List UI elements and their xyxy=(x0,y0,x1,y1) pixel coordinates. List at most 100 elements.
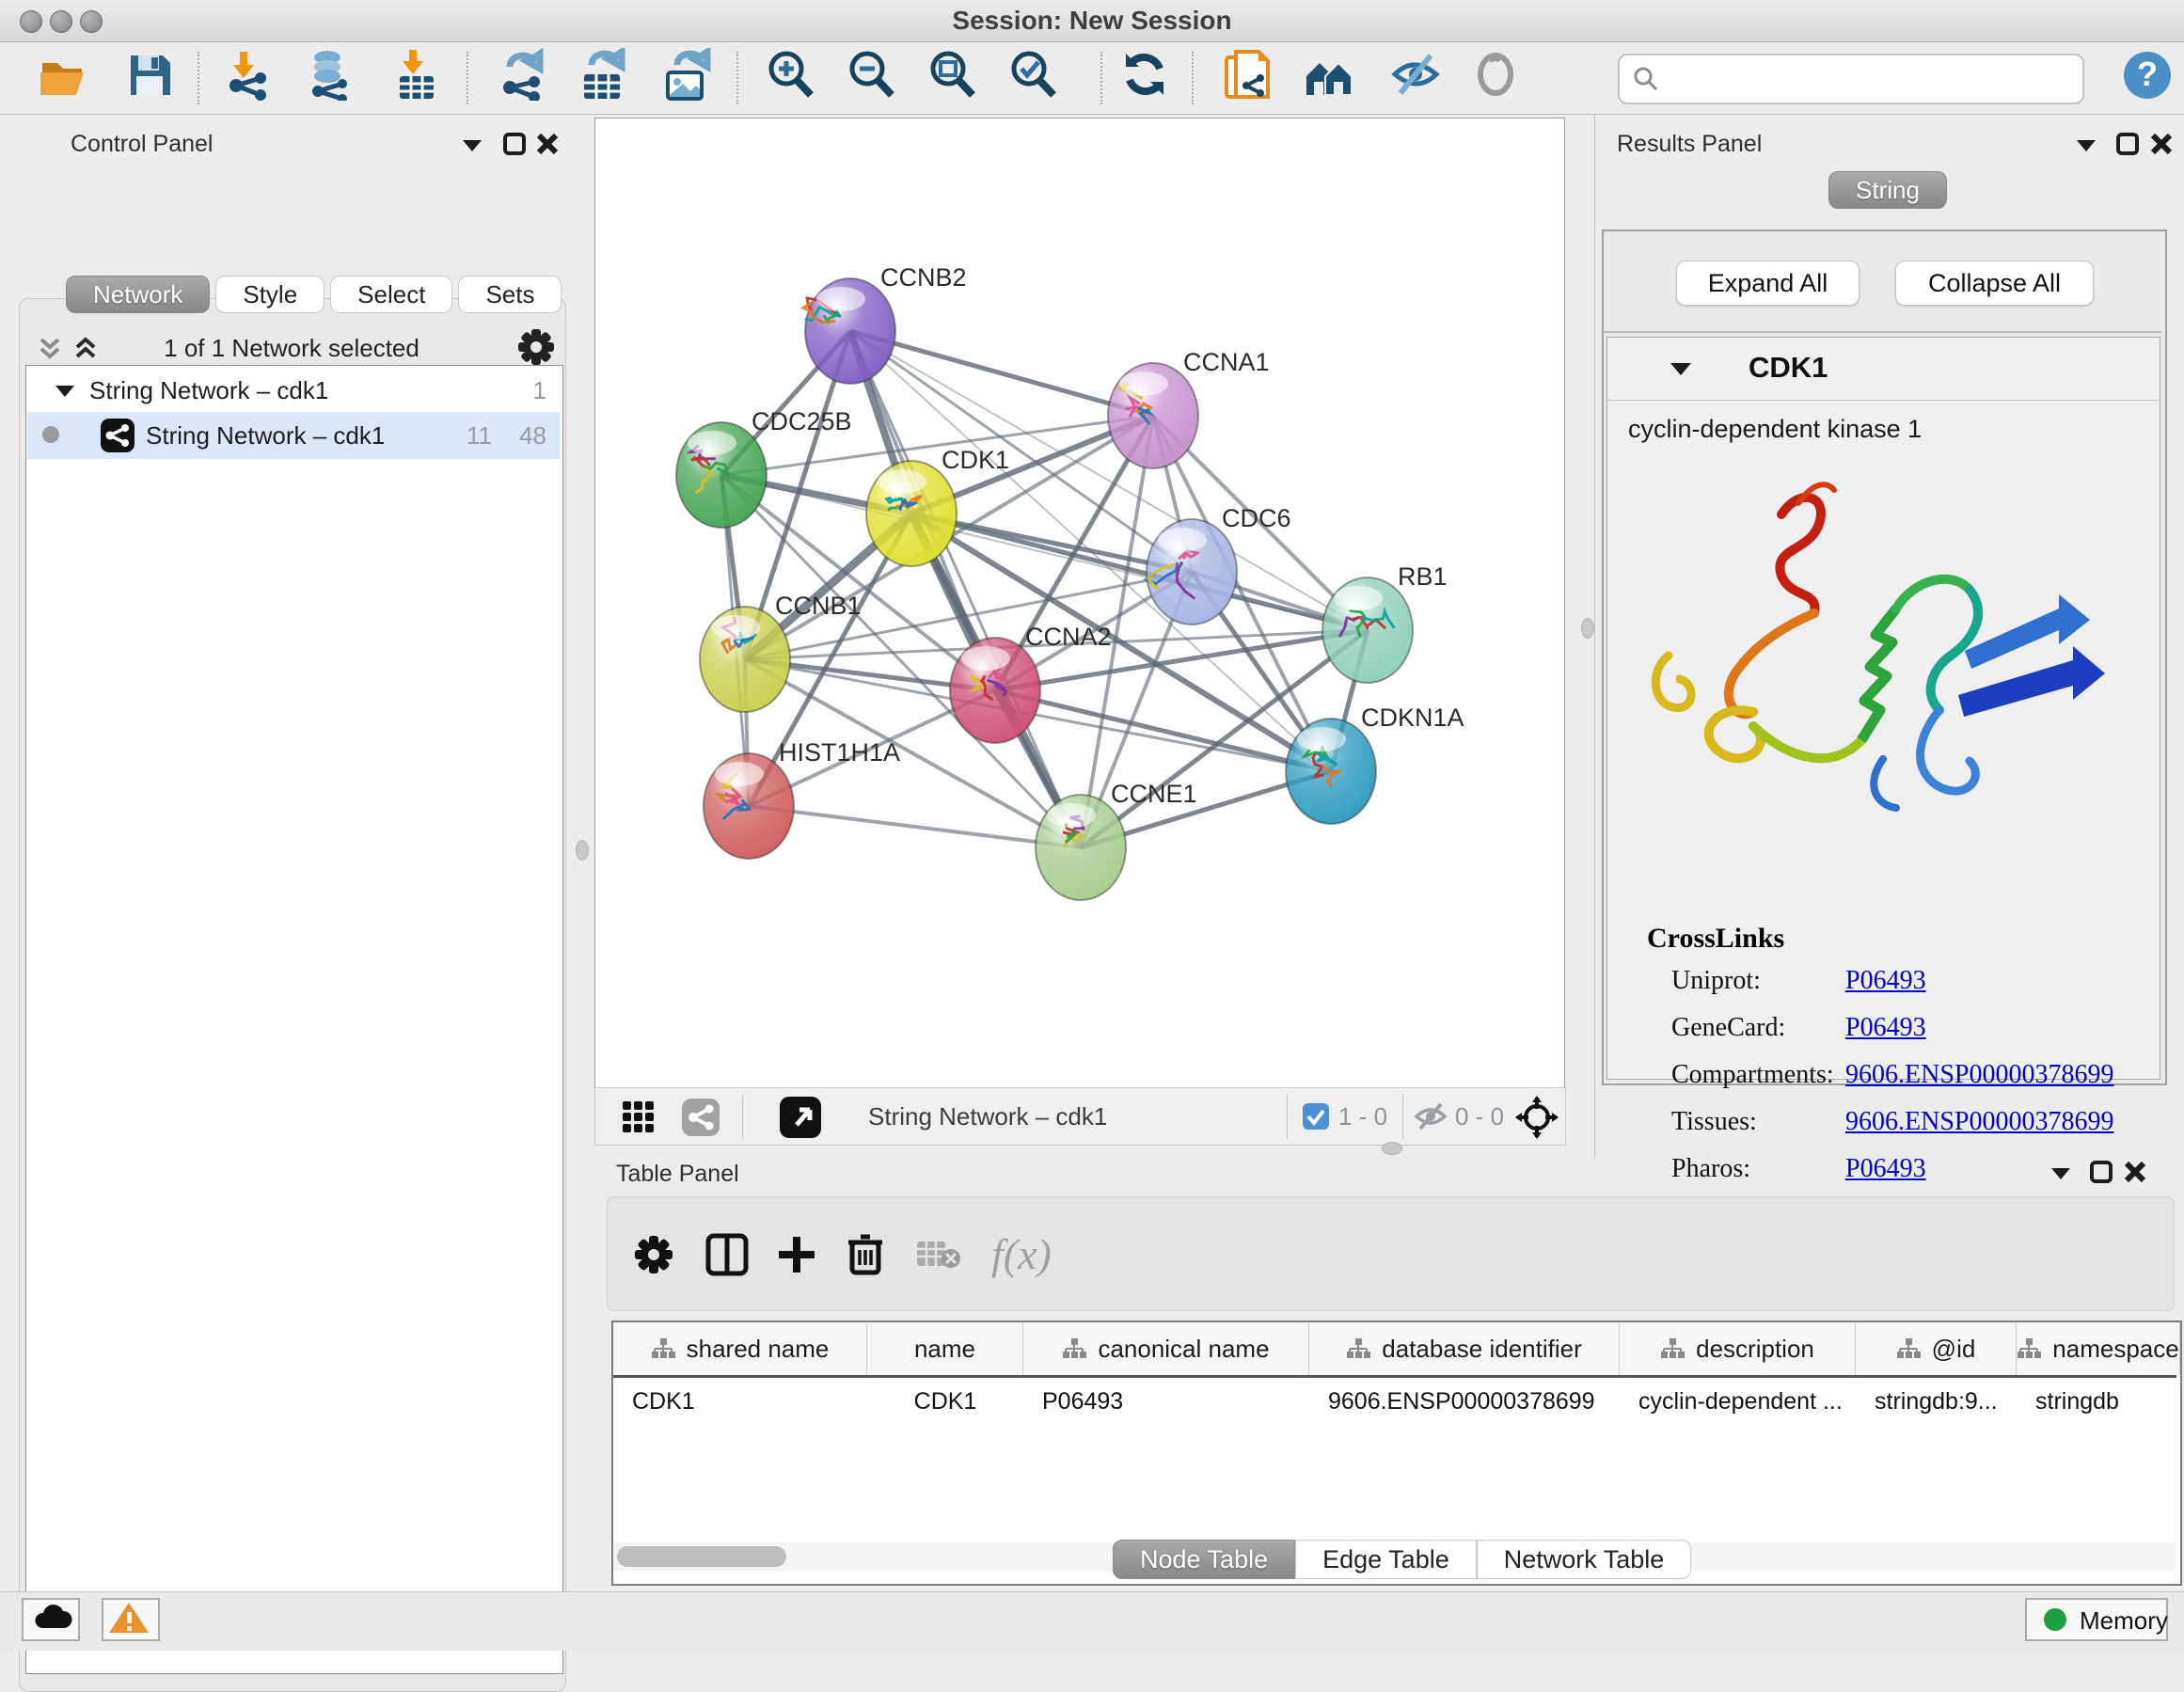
network-collection-row[interactable]: String Network – cdk1 1 xyxy=(27,369,560,412)
import-table-icon[interactable] xyxy=(390,48,443,101)
graph-node-CDKN1A[interactable]: CDKN1A xyxy=(1286,704,1464,824)
panel-maximize-icon[interactable] xyxy=(2114,131,2141,162)
hidden-eye-slash-icon[interactable] xyxy=(1414,1101,1448,1131)
zoom-in-icon[interactable] xyxy=(764,48,816,101)
eye-icon[interactable] xyxy=(1469,48,1522,101)
crosslink-link[interactable]: 9606.ENSP00000378699 xyxy=(1845,1060,2113,1090)
table-cell[interactable]: stringdb xyxy=(2017,1379,2180,1424)
table-cell[interactable]: P06493 xyxy=(1023,1379,1309,1424)
warnings-button[interactable] xyxy=(102,1598,160,1641)
tab-sets[interactable]: Sets xyxy=(458,276,562,313)
export-image-icon[interactable] xyxy=(660,48,713,101)
control-panel: Control Panel NetworkStyleSelectSets 1 o… xyxy=(0,114,593,1591)
tab-node-table[interactable]: Node Table xyxy=(1113,1540,1295,1579)
export-table-icon[interactable] xyxy=(577,48,629,101)
panel-close-icon[interactable] xyxy=(534,131,561,162)
column-header--id[interactable]: @id xyxy=(1856,1322,2017,1375)
import-network-from-database-icon[interactable] xyxy=(303,48,356,101)
panel-float-icon[interactable] xyxy=(459,134,485,160)
tab-style[interactable]: Style xyxy=(215,276,324,313)
crosslink-link[interactable]: P06493 xyxy=(1845,1013,1926,1043)
table-settings-gear-icon[interactable] xyxy=(634,1235,673,1274)
memory-button[interactable]: Memory xyxy=(2025,1598,2168,1641)
graph-node-RB1[interactable]: RB1 xyxy=(1322,562,1448,683)
collection-expand-icon[interactable] xyxy=(54,382,76,401)
collection-label: String Network – cdk1 xyxy=(89,376,328,405)
tree-column-icon xyxy=(1346,1337,1370,1360)
cloud-button[interactable] xyxy=(22,1598,80,1641)
help-icon[interactable]: ? xyxy=(2121,50,2174,103)
tab-string[interactable]: String xyxy=(1828,171,1947,209)
add-column-icon[interactable] xyxy=(775,1233,818,1276)
column-header-canonical-name[interactable]: canonical name xyxy=(1023,1322,1309,1375)
table-hscrollbar-thumb[interactable] xyxy=(617,1546,786,1567)
search-input[interactable] xyxy=(1618,54,2084,104)
delete-table-icon[interactable] xyxy=(916,1239,961,1271)
zoom-fit-icon[interactable] xyxy=(926,48,978,101)
network-row-selected[interactable]: String Network – cdk1 11 48 xyxy=(27,412,560,459)
tab-network[interactable]: Network xyxy=(66,276,210,313)
graph-edge-HIST1H1A-CCNE1[interactable] xyxy=(749,806,1081,847)
memory-status-dot xyxy=(2044,1608,2066,1631)
open-session-icon[interactable] xyxy=(37,48,89,101)
tab-select[interactable]: Select xyxy=(330,276,452,313)
table-cell[interactable]: 9606.ENSP00000378699 xyxy=(1309,1379,1620,1424)
delete-column-icon[interactable] xyxy=(845,1231,886,1276)
graph-edge-CCNB2-CCNE1[interactable] xyxy=(850,331,1081,847)
bottom-splitter-handle[interactable] xyxy=(1382,1142,1402,1155)
panel-close-icon[interactable] xyxy=(2148,131,2175,162)
crosslink-link[interactable]: P06493 xyxy=(1845,966,1926,996)
home-view-icon[interactable] xyxy=(1303,48,1355,101)
crosslink-link[interactable]: 9606.ENSP00000378699 xyxy=(1845,1107,2113,1137)
collapse-all-button[interactable]: Collapse All xyxy=(1895,261,2094,306)
network-edge-count: 48 xyxy=(519,421,546,451)
column-header-name[interactable]: name xyxy=(867,1322,1023,1375)
tab-network-table[interactable]: Network Table xyxy=(1477,1540,1692,1579)
graph-node-CDK1[interactable]: CDK1 xyxy=(866,446,1009,566)
detach-view-icon[interactable] xyxy=(780,1097,821,1138)
save-session-icon[interactable] xyxy=(123,48,176,101)
left-splitter-handle[interactable] xyxy=(576,840,589,861)
protein-name: CDK1 xyxy=(1749,351,1828,385)
refresh-icon[interactable] xyxy=(1118,48,1171,101)
collapse-all-networks-icon[interactable] xyxy=(34,332,66,369)
protein-collapse-icon[interactable] xyxy=(1669,360,1693,379)
selected-checkbox-icon[interactable] xyxy=(1303,1103,1329,1130)
column-header-shared-name[interactable]: shared name xyxy=(613,1322,867,1375)
graph-node-label: HIST1H1A xyxy=(779,738,900,767)
network-canvas[interactable]: CCNB2CCNA1CDC25BCDK1CDC6RB1CCNB1CCNA2CDK… xyxy=(594,118,1565,1088)
hide-unhide-icon[interactable] xyxy=(1389,48,1442,101)
panel-float-icon[interactable] xyxy=(2048,1162,2074,1188)
table-toolbar: f(x) xyxy=(607,1196,2175,1311)
table-cell[interactable]: CDK1 xyxy=(867,1379,1023,1424)
expand-all-button[interactable]: Expand All xyxy=(1676,261,1860,306)
function-builder-icon[interactable]: f(x) xyxy=(991,1229,1052,1279)
panel-maximize-icon[interactable] xyxy=(2088,1159,2114,1190)
crosslink-label: Compartments: xyxy=(1671,1060,1845,1090)
show-columns-icon[interactable] xyxy=(705,1233,749,1276)
protein-header-row[interactable]: CDK1 xyxy=(1607,338,2158,401)
birds-eye-view-icon[interactable] xyxy=(1515,1096,1559,1139)
export-network-icon[interactable] xyxy=(497,48,549,101)
tab-edge-table[interactable]: Edge Table xyxy=(1295,1540,1477,1579)
panel-maximize-icon[interactable] xyxy=(501,131,528,162)
search-icon xyxy=(1633,66,1659,92)
import-network-icon[interactable] xyxy=(223,48,276,101)
network-view-icon[interactable] xyxy=(682,1099,720,1136)
network-snapshot-icon[interactable] xyxy=(1223,48,1275,101)
expand-all-networks-icon[interactable] xyxy=(70,332,102,369)
zoom-out-icon[interactable] xyxy=(845,48,897,101)
graph-node-HIST1H1A[interactable]: HIST1H1A xyxy=(704,738,900,859)
table-cell[interactable]: CDK1 xyxy=(613,1379,867,1424)
right-splitter-handle[interactable] xyxy=(1581,618,1594,639)
grid-view-icon[interactable] xyxy=(622,1100,656,1134)
table-cell[interactable]: cyclin-dependent ... xyxy=(1620,1379,1856,1424)
panel-close-icon[interactable] xyxy=(2122,1159,2148,1190)
table-cell[interactable]: stringdb:9... xyxy=(1856,1379,2017,1424)
column-header-description[interactable]: description xyxy=(1620,1322,1856,1375)
column-header-database-identifier[interactable]: database identifier xyxy=(1309,1322,1620,1375)
column-header-namespace[interactable]: namespace xyxy=(2017,1322,2180,1375)
zoom-selected-icon[interactable] xyxy=(1006,48,1059,101)
panel-float-icon[interactable] xyxy=(2073,134,2099,160)
graph-node-CCNB2[interactable]: CCNB2 xyxy=(803,263,967,384)
